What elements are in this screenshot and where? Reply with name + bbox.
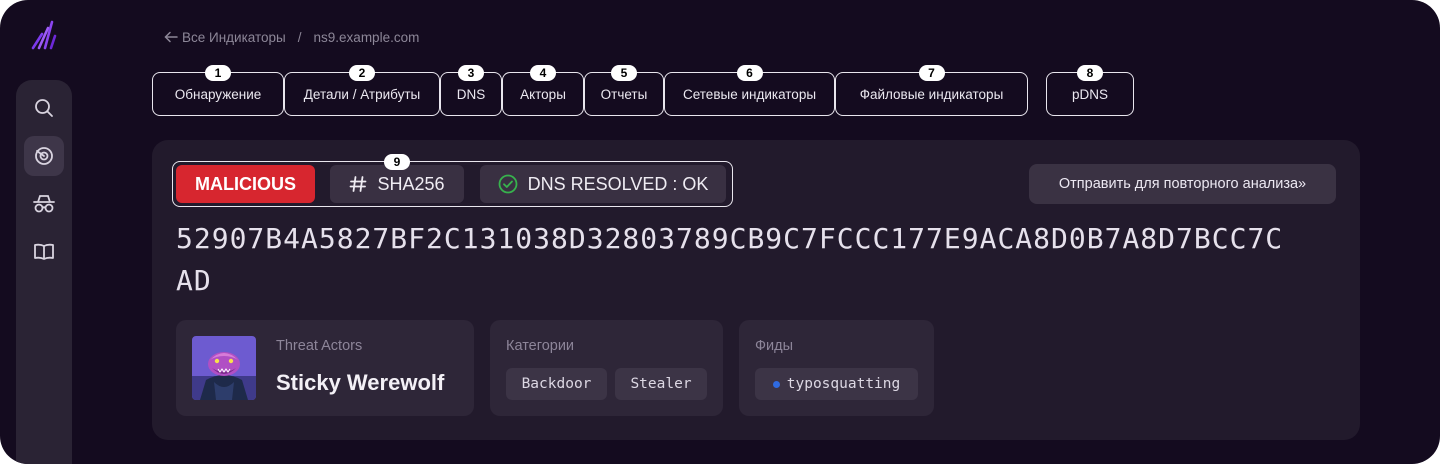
check-circle-icon	[498, 174, 518, 194]
radar-icon	[35, 147, 53, 165]
tab-dns[interactable]: 3 DNS	[440, 65, 502, 116]
app-window: Все Индикаторы / ns9.example.com 1 Обнар…	[0, 0, 1440, 464]
hash-number-badge: 9	[384, 154, 410, 170]
tab-reports[interactable]: 5 Отчеты	[584, 65, 664, 116]
tab-label: Файловые индикаторы	[859, 86, 1004, 102]
actor-avatar[interactable]	[192, 336, 256, 400]
tab-label: pDNS	[1071, 86, 1108, 102]
tab-file-indicators[interactable]: 7 Файловые индикаторы	[835, 65, 1028, 116]
breadcrumb-separator: /	[297, 29, 302, 45]
reanalyze-button[interactable]: Отправить для повторного анализа»	[1029, 164, 1336, 204]
sidebar-item-actors[interactable]	[24, 184, 64, 224]
dns-status-badge: DNS RESOLVED : OK	[480, 165, 726, 203]
tab-detection[interactable]: 1 Обнаружение	[152, 65, 284, 116]
spy-icon	[33, 195, 55, 213]
tab-label: Обнаружение	[174, 86, 262, 102]
hash-type-badge: 9 SHA256	[330, 154, 464, 203]
feed-dot-icon	[772, 380, 780, 388]
feeds-label: Фиды	[755, 338, 794, 354]
tab-pdns[interactable]: 8 pDNS	[1046, 65, 1134, 116]
sidebar	[16, 80, 72, 464]
hash-icon	[350, 176, 367, 192]
category-chip[interactable]: Backdoor	[506, 368, 607, 400]
tab-label: Детали / Атрибуты	[303, 86, 421, 102]
arrow-left-icon	[164, 31, 178, 43]
threat-actor-name[interactable]: Sticky Werewolf	[276, 370, 444, 396]
breadcrumb-back-label: Все Индикаторы	[182, 29, 286, 45]
tab-number-badge: 2	[349, 65, 375, 81]
tab-number-badge: 4	[530, 65, 556, 81]
search-icon	[35, 99, 53, 117]
sidebar-item-search[interactable]	[24, 88, 64, 128]
tab-label: Сетевые индикаторы	[682, 86, 817, 102]
breadcrumb-current: ns9.example.com	[313, 29, 420, 45]
tab-number-badge: 7	[918, 65, 945, 81]
verdict-label: MALICIOUS	[195, 173, 296, 194]
sidebar-item-docs[interactable]	[24, 232, 64, 272]
indicator-tags: MALICIOUS 9 SHA256 DNS RESOLVED : OK	[172, 154, 733, 207]
breadcrumb-back-link[interactable]: Все Индикаторы	[164, 30, 286, 45]
tab-number-badge: 6	[736, 65, 763, 81]
tab-number-badge: 3	[458, 65, 484, 81]
tab-label: Отчеты	[600, 86, 648, 102]
feed-chip[interactable]: typosquatting	[755, 368, 918, 400]
tab-number-badge: 1	[205, 65, 231, 81]
threat-actors-card: Threat Actors Sticky Werewolf	[176, 320, 474, 416]
tab-details[interactable]: 2 Детали / Атрибуты	[284, 65, 440, 116]
tab-number-badge: 8	[1077, 65, 1103, 81]
dns-status-label: DNS RESOLVED : OK	[527, 173, 709, 194]
threat-actors-label: Threat Actors	[276, 338, 363, 354]
category-chip[interactable]: Stealer	[615, 368, 707, 400]
categories-card: Категории Backdoor Stealer	[490, 320, 723, 416]
tab-actors[interactable]: 4 Акторы	[502, 65, 584, 116]
tab-network-indicators[interactable]: 6 Сетевые индикаторы	[664, 65, 835, 116]
hash-type-label: SHA256	[377, 173, 445, 194]
breadcrumb: Все Индикаторы / ns9.example.com	[164, 28, 419, 46]
book-icon	[34, 243, 54, 260]
brand-logo[interactable]	[28, 18, 60, 54]
verdict-badge: MALICIOUS	[176, 165, 315, 203]
tab-label: DNS	[456, 86, 486, 102]
feeds-card: Фиды typosquatting	[739, 320, 934, 416]
feed-chip-label: typosquatting	[786, 376, 901, 392]
categories-label: Категории	[506, 338, 575, 354]
tab-label: Акторы	[520, 86, 566, 102]
indicator-panel: MALICIOUS 9 SHA256 DNS RESOLVED : OK Отп…	[152, 140, 1360, 440]
tab-number-badge: 5	[611, 65, 637, 81]
indicator-hash: 52907B4A5827BF2C131038D32803789CB9C7FCCC…	[176, 222, 1284, 297]
sidebar-item-radar[interactable]	[24, 136, 64, 176]
